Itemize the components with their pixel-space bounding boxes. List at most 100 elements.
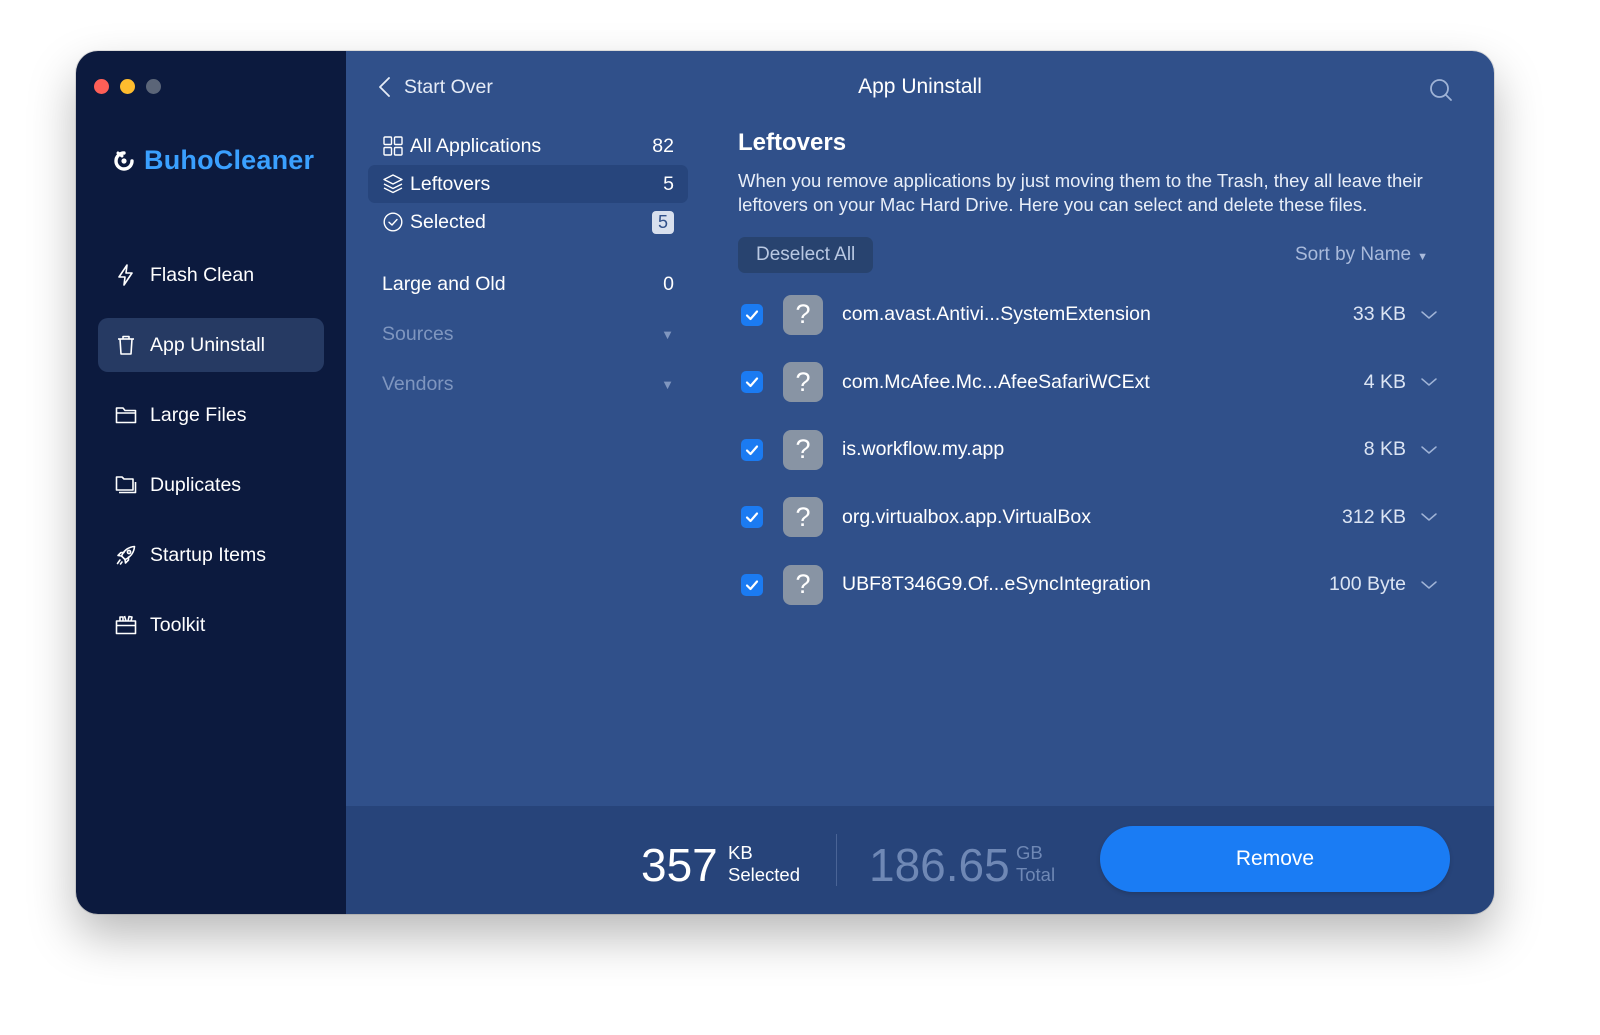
list-item[interactable]: ? is.workflow.my.app 8 KB: [738, 416, 1454, 484]
section-title: Leftovers: [738, 129, 847, 156]
item-name: com.avast.Antivi...SystemExtension: [842, 303, 1151, 326]
checkmark-icon: [745, 445, 759, 455]
item-checkbox[interactable]: [741, 303, 763, 326]
item-name: com.McAfee.Mc...AfeeSafariWCExt: [842, 370, 1150, 393]
item-checkbox[interactable]: [741, 573, 763, 596]
item-size: 8 KB: [1363, 438, 1406, 461]
chevron-down-icon[interactable]: [1420, 444, 1438, 456]
chevron-down-icon[interactable]: [1420, 376, 1438, 388]
list-item[interactable]: ? com.avast.Antivi...SystemExtension 33 …: [738, 281, 1454, 349]
duplicate-folder-icon: [115, 476, 137, 494]
app-window: BuhoCleaner Flash Clean App Uninstall La…: [76, 51, 1494, 914]
caret-down-icon: ▼: [1417, 251, 1428, 263]
chevron-down-icon[interactable]: [1420, 579, 1438, 591]
unknown-app-icon: ?: [783, 362, 823, 403]
chevron-left-icon: [379, 77, 390, 97]
filter-label: Large and Old: [382, 272, 506, 295]
sidebar-item-duplicates[interactable]: Duplicates: [98, 458, 324, 512]
selected-label: Selected: [728, 864, 800, 885]
sidebar-nav: Flash Clean App Uninstall Large Files Du…: [98, 248, 324, 668]
unknown-app-icon: ?: [783, 564, 823, 605]
minimize-window-button[interactable]: [120, 79, 135, 94]
checkmark-icon: [745, 512, 759, 523]
trash-icon: [118, 335, 134, 355]
sort-dropdown[interactable]: Sort by Name ▼: [1295, 244, 1428, 266]
remove-button[interactable]: Remove: [1100, 826, 1450, 892]
item-size: 4 KB: [1363, 370, 1406, 393]
item-name: is.workflow.my.app: [842, 438, 1005, 461]
bottom-bar: 357 KB Selected 186.65 GB Total Remove: [346, 806, 1494, 914]
brand-logo: BuhoCleaner: [112, 145, 314, 176]
check-circle-icon: [383, 212, 403, 232]
sort-label: Sort by Name: [1294, 244, 1412, 265]
zoom-window-button[interactable]: [146, 79, 161, 94]
total-label: Total: [1016, 864, 1056, 885]
sidebar-item-label: Toolkit: [150, 613, 206, 636]
selected-count-badge: 5: [651, 210, 674, 234]
item-size: 312 KB: [1342, 505, 1406, 528]
filter-count: 0: [663, 272, 674, 295]
checkmark-icon: [745, 377, 759, 388]
filter-all-applications[interactable]: All Applications 82: [368, 127, 688, 165]
deselect-all-button[interactable]: Deselect All: [738, 237, 874, 273]
filter-count: 5: [663, 172, 674, 195]
list-item[interactable]: ? com.McAfee.Mc...AfeeSafariWCExt 4 KB: [738, 349, 1454, 417]
filter-label: Leftovers: [410, 172, 491, 195]
filter-selected[interactable]: Selected 5: [368, 203, 688, 241]
chevron-down-icon[interactable]: [1420, 511, 1438, 523]
item-checkbox[interactable]: [741, 438, 763, 461]
filter-label: All Applications: [410, 134, 542, 157]
section-description: When you remove applications by just mov…: [738, 170, 1423, 215]
checkmark-icon: [745, 580, 759, 590]
sidebar-item-toolkit[interactable]: Toolkit: [98, 598, 324, 652]
filter-sources-dropdown[interactable]: Sources ▼: [368, 315, 688, 353]
sidebar: BuhoCleaner Flash Clean App Uninstall La…: [76, 51, 346, 914]
caret-down-icon: ▼: [661, 376, 674, 392]
filter-vendors-dropdown[interactable]: Vendors ▼: [368, 365, 688, 403]
filter-label: Selected: [410, 210, 486, 233]
filter-large-and-old[interactable]: Large and Old 0: [368, 265, 688, 303]
toolkit-icon: [115, 615, 137, 635]
unknown-app-icon: ?: [783, 497, 823, 538]
item-size: 33 KB: [1352, 303, 1406, 326]
start-over-button[interactable]: Start Over: [376, 75, 493, 99]
item-checkbox[interactable]: [741, 506, 763, 529]
checkmark-icon: [745, 310, 759, 320]
divider: [836, 834, 837, 886]
leftovers-content: Leftovers When you remove applications b…: [738, 127, 1454, 619]
rocket-icon: [116, 545, 136, 565]
sidebar-item-flash-clean[interactable]: Flash Clean: [98, 248, 324, 302]
item-checkbox[interactable]: [741, 371, 763, 394]
total-size-value: 186.65: [869, 839, 1010, 891]
grid-icon: [383, 136, 403, 156]
lightning-icon: [118, 264, 133, 286]
search-icon[interactable]: [1428, 77, 1454, 103]
list-item[interactable]: ? UBF8T346G9.Of...eSyncIntegration 100 B…: [738, 551, 1454, 619]
close-window-button[interactable]: [94, 79, 109, 94]
item-name: UBF8T346G9.Of...eSyncIntegration: [842, 573, 1151, 596]
selected-unit: KB: [728, 842, 753, 863]
sidebar-item-startup-items[interactable]: Startup Items: [98, 528, 324, 582]
sidebar-item-label: Startup Items: [150, 543, 266, 566]
sidebar-item-label: Flash Clean: [150, 263, 255, 286]
buho-logo-icon: [114, 150, 134, 171]
list-item[interactable]: ? org.virtualbox.app.VirtualBox 312 KB: [738, 484, 1454, 552]
leftovers-list: ? com.avast.Antivi...SystemExtension 33 …: [738, 281, 1454, 619]
filter-label: Vendors: [382, 372, 454, 395]
filter-leftovers[interactable]: Leftovers 5: [368, 165, 688, 203]
caret-down-icon: ▼: [661, 326, 674, 342]
filter-list: All Applications 82 Leftovers 5 Selected…: [368, 127, 688, 403]
chevron-down-icon[interactable]: [1420, 309, 1438, 321]
sidebar-item-app-uninstall[interactable]: App Uninstall: [98, 318, 324, 372]
sidebar-item-label: Duplicates: [150, 473, 242, 496]
item-name: org.virtualbox.app.VirtualBox: [842, 505, 1091, 528]
start-over-label: Start Over: [404, 75, 493, 98]
folder-icon: [115, 407, 137, 424]
unknown-app-icon: ?: [783, 294, 823, 335]
item-size: 100 Byte: [1329, 573, 1406, 596]
filter-label: Sources: [382, 322, 454, 345]
total-unit: GB: [1016, 842, 1043, 863]
sidebar-item-large-files[interactable]: Large Files: [98, 388, 324, 442]
filter-count: 82: [652, 134, 674, 157]
top-bar: Start Over App Uninstall: [346, 51, 1494, 127]
